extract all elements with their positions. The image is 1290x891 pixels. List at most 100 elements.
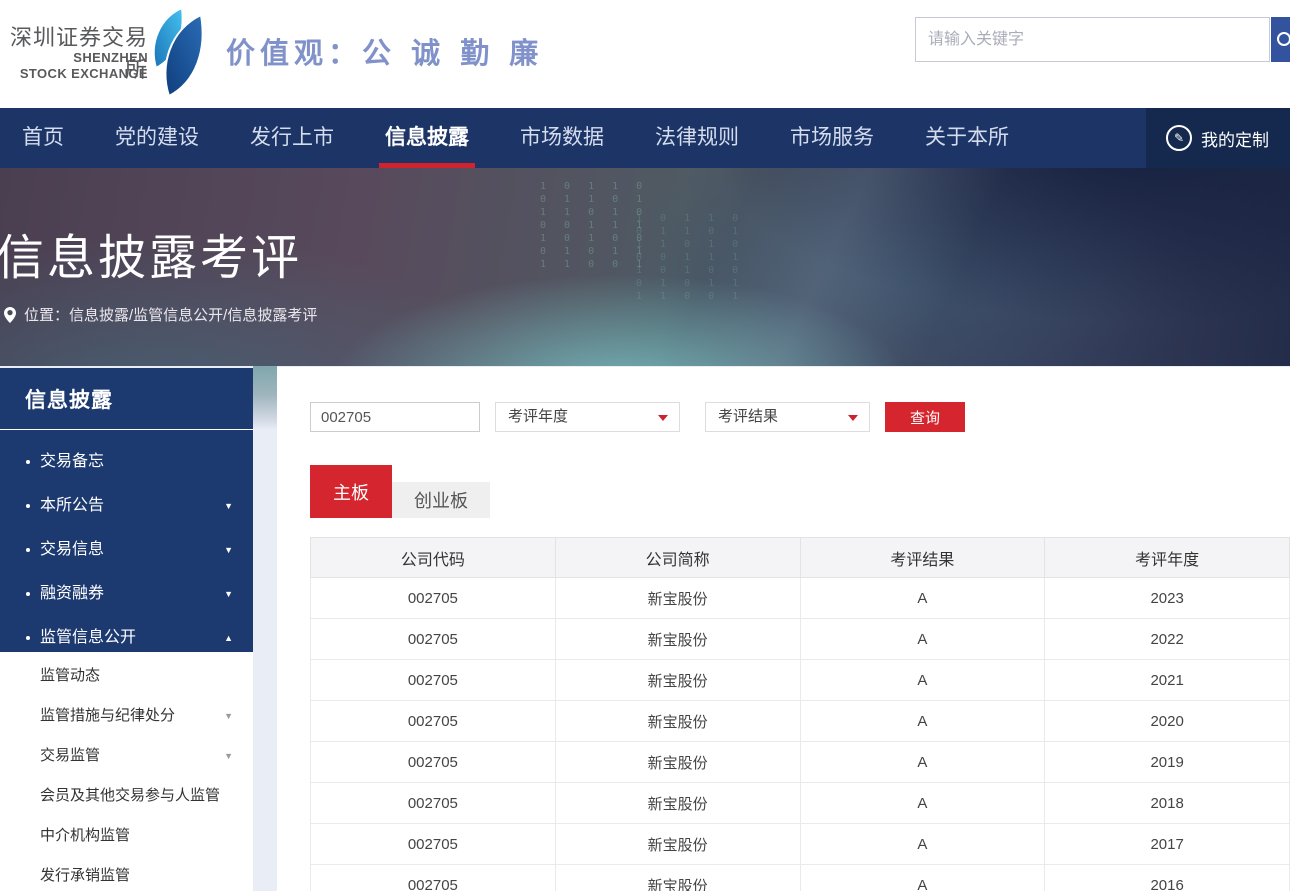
evaluation-result-cell: A — [800, 619, 1045, 660]
sidebar-item[interactable]: 本所公告 ▼ — [0, 484, 253, 528]
site-search-box — [915, 17, 1270, 62]
nav-item[interactable]: 首页 — [22, 108, 64, 168]
evaluation-result-cell: A — [800, 742, 1045, 783]
company-name-cell: 新宝股份 — [555, 865, 800, 891]
evaluation-table: 公司代码 公司简称 考评结果 考评年度 002705 新宝股份 A — [310, 537, 1290, 891]
sidebar-submenu-item[interactable]: 中介机构监管 — [0, 816, 253, 856]
chevron-icon[interactable]: ▼ — [224, 572, 233, 616]
chevron-icon[interactable]: ▼ — [224, 696, 233, 736]
table-row[interactable]: 002705 新宝股份 A 2017 — [311, 824, 1290, 865]
szse-disclosure-evaluation-page: 深圳证券交易所 SHENZHEN STOCK EXCHANGE 价值观：公 诚 … — [0, 0, 1290, 891]
sidebar-submenu-item[interactable]: 会员及其他交易参与人监管 — [0, 776, 253, 816]
evaluation-year-cell: 2019 — [1045, 742, 1290, 783]
evaluation-year-cell: 2022 — [1045, 619, 1290, 660]
chevron-icon[interactable]: ▼ — [224, 484, 233, 528]
sidebar-submenu-label: 会员及其他交易参与人监管 — [40, 787, 220, 804]
search-icon — [1277, 32, 1290, 46]
column-header: 考评结果 — [800, 538, 1045, 578]
table-row[interactable]: 002705 新宝股份 A 2021 — [311, 660, 1290, 701]
bullet-icon — [26, 548, 30, 552]
logo-en-line2: STOCK EXCHANGE — [20, 66, 148, 81]
values-slogan: 价值观：公 诚 勤 廉 — [226, 30, 543, 72]
sidebar-submenu-label: 监管动态 — [40, 667, 100, 684]
nav-item-label: 市场服务 — [790, 126, 874, 149]
company-name-cell: 新宝股份 — [555, 783, 800, 824]
breadcrumb-text: 位置：信息披露/监管信息公开/信息披露考评 — [24, 304, 317, 325]
main-navigation: 首页 党的建设 发行上市 信息披露 市场数据 法律 — [0, 108, 1290, 168]
company-code-input[interactable] — [310, 402, 480, 432]
table-row[interactable]: 002705 新宝股份 A 2022 — [311, 619, 1290, 660]
company-code-cell: 002705 — [311, 783, 556, 824]
evaluation-result-cell: A — [800, 660, 1045, 701]
my-customization-button[interactable]: ✎ 我的定制 — [1146, 108, 1290, 168]
nav-item[interactable]: 发行上市 — [250, 108, 334, 168]
tab-main-board[interactable]: 主板 — [310, 465, 392, 518]
sidebar-submenu-item[interactable]: 交易监管 ▼ — [0, 736, 253, 776]
nav-item-label: 首页 — [22, 126, 64, 149]
nav-item[interactable]: 信息披露 — [385, 108, 469, 168]
company-name-cell: 新宝股份 — [555, 660, 800, 701]
sidebar-submenu-label: 发行承销监管 — [40, 867, 130, 884]
query-button[interactable]: 查询 — [885, 402, 965, 432]
evaluation-result-select[interactable]: 考评结果 — [705, 402, 870, 432]
column-header: 考评年度 — [1045, 538, 1290, 578]
sidebar-title: 信息披露 — [0, 368, 253, 414]
chevron-icon[interactable]: ▼ — [224, 528, 233, 572]
nav-item[interactable]: 党的建设 — [115, 108, 199, 168]
tab-chinext-board[interactable]: 创业板 — [392, 482, 490, 518]
site-header: 深圳证券交易所 SHENZHEN STOCK EXCHANGE 价值观：公 诚 … — [0, 0, 1290, 108]
company-name-cell: 新宝股份 — [555, 701, 800, 742]
evaluation-result-select-label: 考评结果 — [718, 408, 778, 425]
nav-item[interactable]: 市场数据 — [520, 108, 604, 168]
site-search-input[interactable] — [916, 18, 1269, 61]
table-row[interactable]: 002705 新宝股份 A 2016 — [311, 865, 1290, 891]
evaluation-year-cell: 2016 — [1045, 865, 1290, 891]
banner-image-strip — [253, 366, 277, 430]
nav-item-label: 法律规则 — [655, 126, 739, 149]
table-row[interactable]: 002705 新宝股份 A 2018 — [311, 783, 1290, 824]
table-row[interactable]: 002705 新宝股份 A 2019 — [311, 742, 1290, 783]
evaluation-year-cell: 2017 — [1045, 824, 1290, 865]
szse-logo-icon — [148, 6, 208, 98]
column-header: 公司简称 — [555, 538, 800, 578]
evaluation-year-cell: 2023 — [1045, 578, 1290, 619]
company-code-cell: 002705 — [311, 701, 556, 742]
company-name-cell: 新宝股份 — [555, 578, 800, 619]
sidebar-submenu-list: 监管动态 监管措施与纪律处分 ▼ 交易监管 ▼ 会员及其他交易参与人监管 — [0, 652, 253, 891]
sidebar-submenu-item[interactable]: 监管动态 — [0, 656, 253, 696]
nav-item[interactable]: 关于本所 — [925, 108, 1009, 168]
sidebar-item-label: 融资融券 — [40, 585, 104, 602]
nav-item-label: 发行上市 — [250, 126, 334, 149]
sidebar-item-label: 交易信息 — [40, 541, 104, 558]
sidebar-item[interactable]: 交易备忘 — [0, 440, 253, 484]
company-code-cell: 002705 — [311, 824, 556, 865]
evaluation-result-cell: A — [800, 865, 1045, 891]
sidebar-submenu-item[interactable]: 监管措施与纪律处分 ▼ — [0, 696, 253, 736]
chevron-icon[interactable]: ▼ — [224, 736, 233, 776]
evaluation-result-cell: A — [800, 824, 1045, 865]
sidebar-item-label: 交易备忘 — [40, 453, 104, 470]
table-row[interactable]: 002705 新宝股份 A 2023 — [311, 578, 1290, 619]
evaluation-result-cell: A — [800, 578, 1045, 619]
company-code-cell: 002705 — [311, 742, 556, 783]
sidebar-item[interactable]: 融资融券 ▼ — [0, 572, 253, 616]
nav-item[interactable]: 法律规则 — [655, 108, 739, 168]
table-row[interactable]: 002705 新宝股份 A 2020 — [311, 701, 1290, 742]
sidebar-submenu-label: 交易监管 — [40, 747, 100, 764]
company-name-cell: 新宝股份 — [555, 824, 800, 865]
sidebar-submenu-label: 监管措施与纪律处分 — [40, 707, 175, 724]
company-name-cell: 新宝股份 — [555, 742, 800, 783]
sidebar-submenu-label: 中介机构监管 — [40, 827, 130, 844]
company-code-cell: 002705 — [311, 865, 556, 891]
sidebar-item[interactable]: 交易信息 ▼ — [0, 528, 253, 572]
sidebar-disclosure-menu: 信息披露 交易备忘 本所公告 ▼ 交易信息 ▼ — [0, 368, 253, 652]
evaluation-year-select[interactable]: 考评年度 — [495, 402, 680, 432]
site-search-button[interactable] — [1271, 17, 1290, 62]
sidebar-submenu-item[interactable]: 发行承销监管 — [0, 856, 253, 891]
dropdown-arrow-icon — [848, 415, 858, 421]
nav-item-label: 信息披露 — [385, 126, 469, 149]
dropdown-arrow-icon — [658, 415, 668, 421]
company-code-cell: 002705 — [311, 578, 556, 619]
breadcrumb: 位置：信息披露/监管信息公开/信息披露考评 — [4, 304, 317, 325]
nav-item[interactable]: 市场服务 — [790, 108, 874, 168]
